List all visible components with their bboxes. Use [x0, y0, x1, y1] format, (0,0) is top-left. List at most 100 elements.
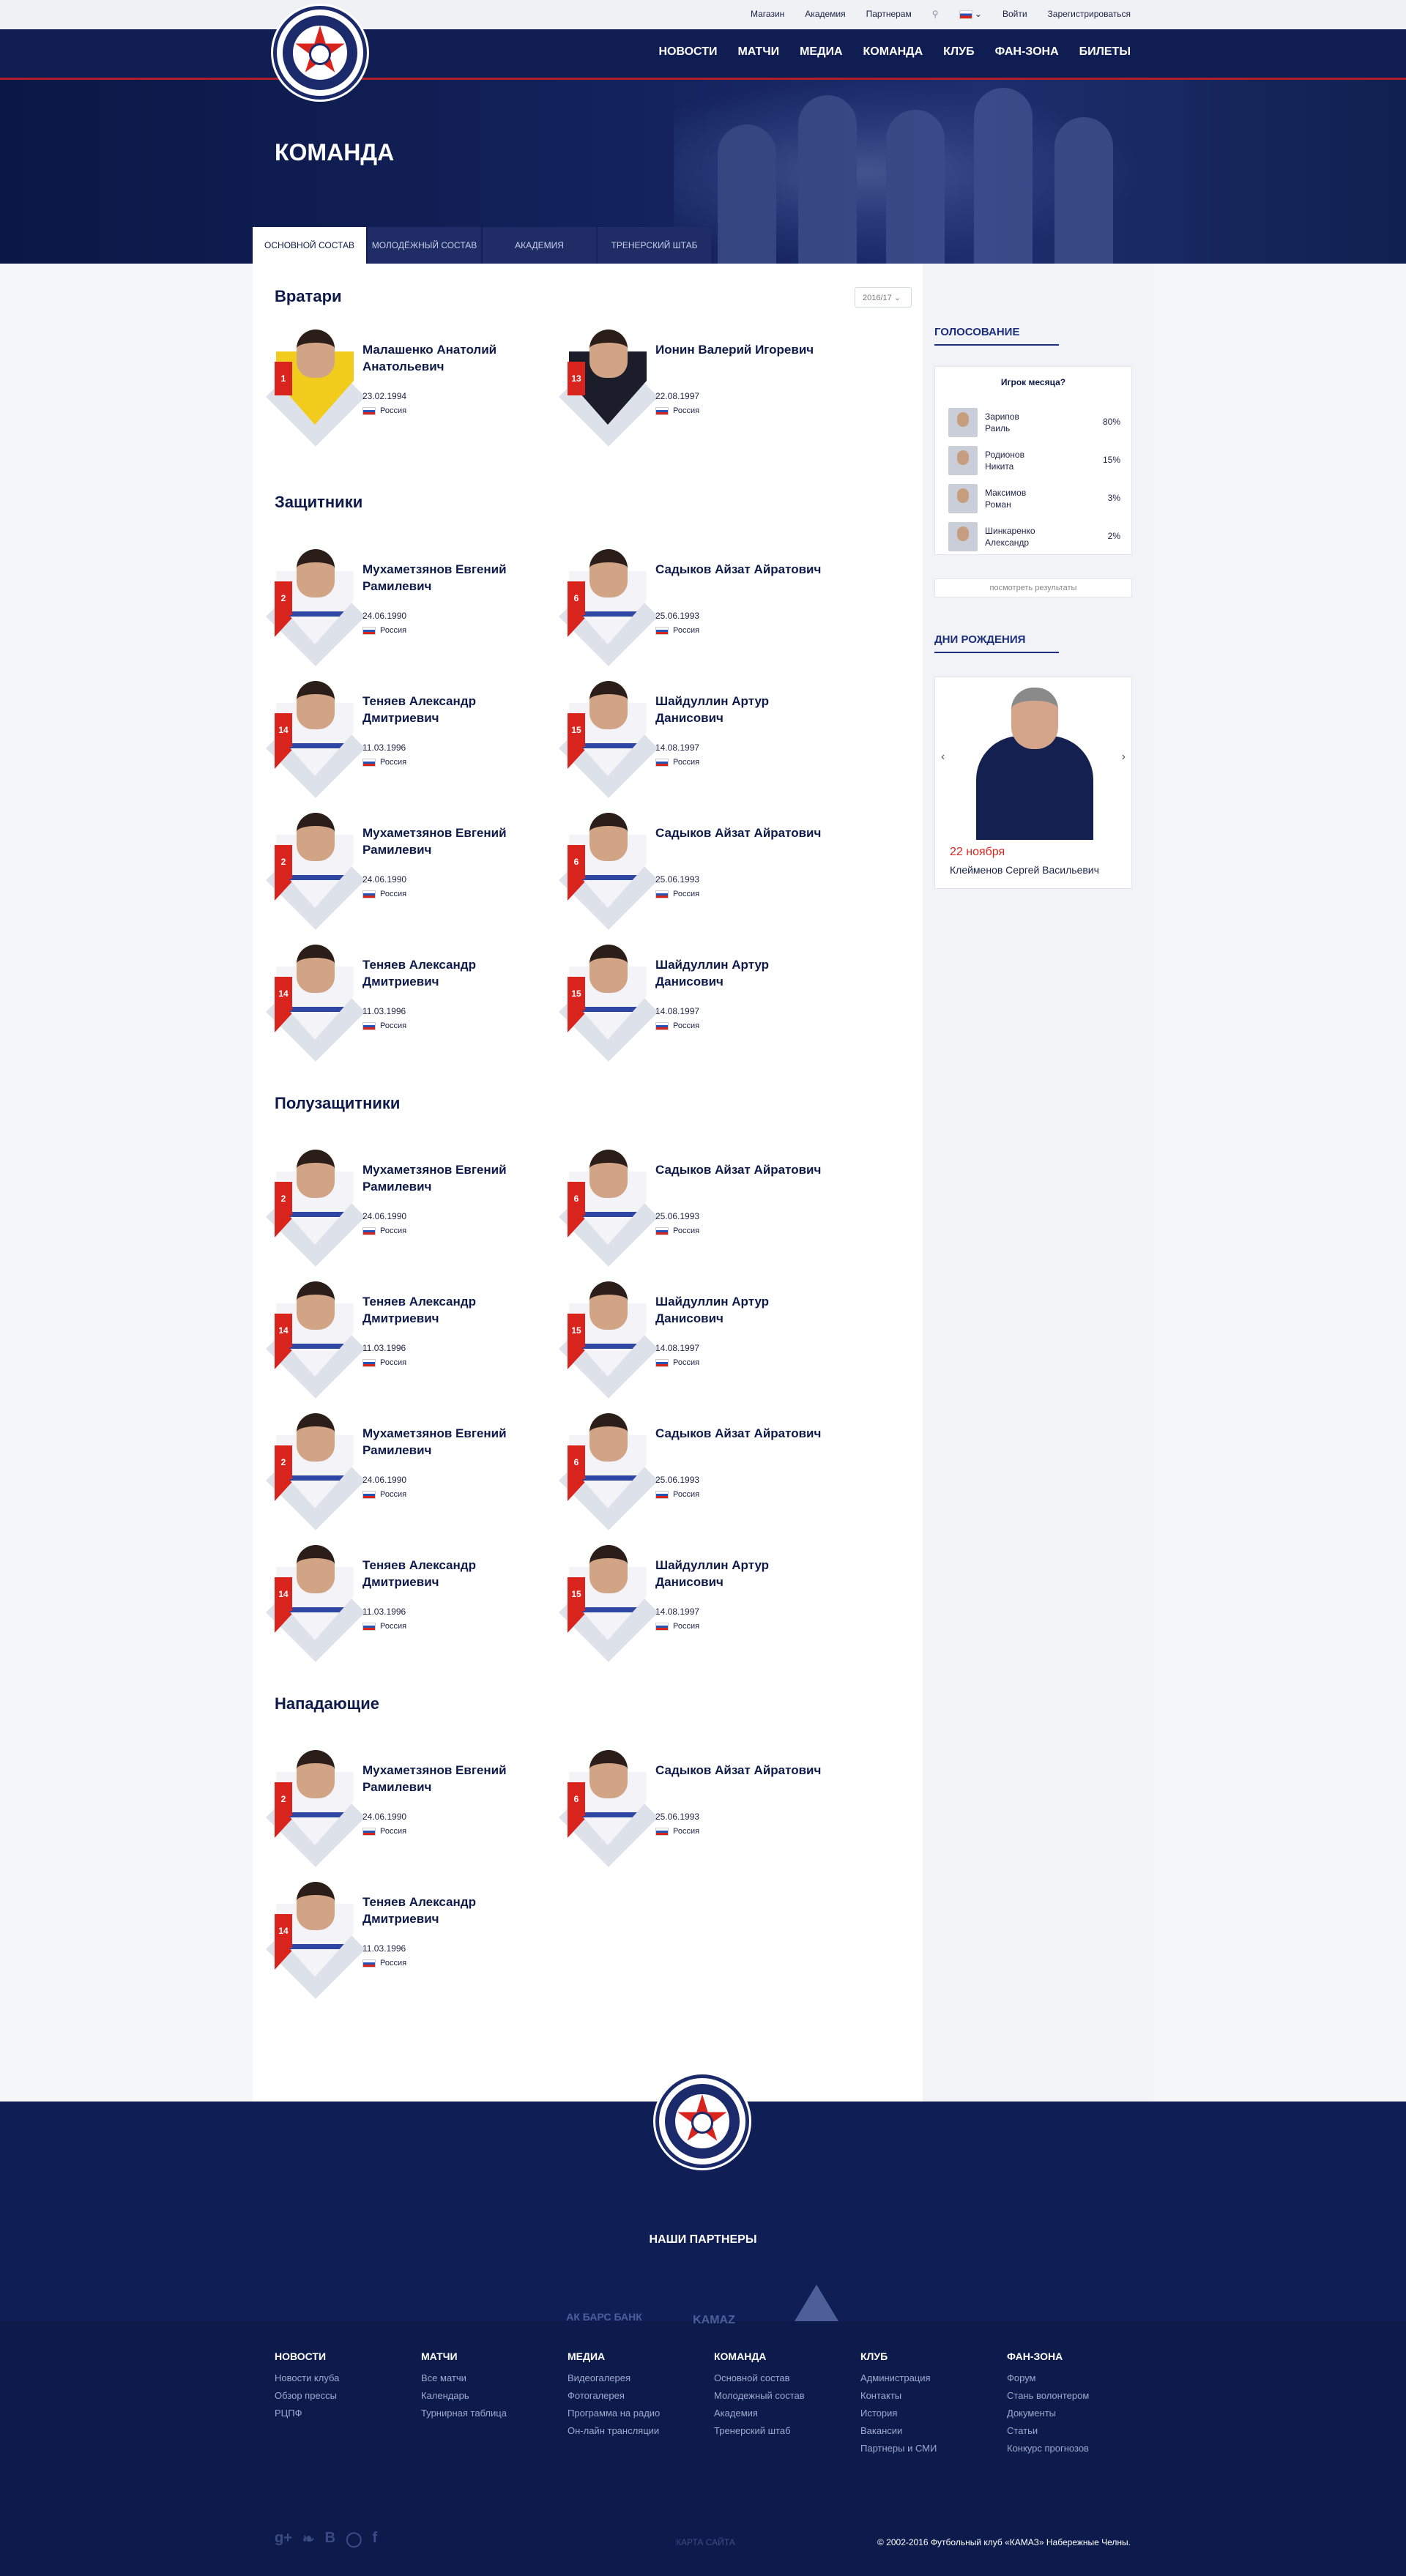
avatar	[948, 446, 978, 475]
academy-link[interactable]: Академия	[805, 9, 845, 19]
player-card[interactable]: 15 Шайдуллин Артур Данисович 14.08.1997 Рос…	[559, 1545, 846, 1662]
player-country: Россия	[362, 1358, 406, 1367]
register-link[interactable]: Зарегистрироваться	[1048, 9, 1131, 19]
partner-akbars-logo[interactable]: АК БАРС БАНК	[560, 2270, 648, 2323]
player-dob: 14.08.1997	[655, 1006, 700, 1016]
russia-flag-icon	[655, 1827, 669, 1836]
player-card[interactable]: 14 Теняев Александр Дмитриевич 11.03.1996 Р…	[266, 945, 553, 1062]
poll-option[interactable]: Зарипов Раиль 80%	[948, 408, 1120, 439]
player-card[interactable]: 6 Садыков Айзат Айратович 25.06.1993 Россия	[559, 1750, 846, 1867]
login-link[interactable]: Войти	[1003, 9, 1027, 19]
player-card[interactable]: 15 Шайдуллин Артур Данисович 14.08.1997 Рос…	[559, 681, 846, 798]
footer-col-news: НОВОСТИ Новости клуба Обзор прессы РЦПФ	[275, 2350, 340, 2419]
player-card[interactable]: 2 Мухаметзянов Евгений Рамилевич 24.06.199…	[266, 549, 553, 666]
player-dob: 14.08.1997	[655, 1343, 700, 1353]
footer-logo[interactable]	[655, 2074, 749, 2168]
player-name: Шайдуллин Артур Данисович	[655, 958, 770, 989]
poll-option[interactable]: Шинкаренко Александр 2%	[948, 522, 1120, 553]
player-card[interactable]: 1 Малашенко Анатолий Анатольевич 23.02.1…	[266, 330, 553, 447]
player-name: Шайдуллин Артур Данисович	[655, 694, 770, 725]
player-card[interactable]: 15 Шайдуллин Артур Данисович 14.08.1997 Рос…	[559, 945, 846, 1062]
google-plus-icon[interactable]: g+	[275, 2530, 292, 2548]
player-dob: 25.06.1993	[655, 1475, 700, 1485]
player-dob: 23.02.1994	[362, 391, 407, 401]
player-dob: 24.06.1990	[362, 1211, 407, 1221]
player-country: Россия	[362, 1021, 406, 1030]
twitter-icon[interactable]: ❧	[302, 2530, 315, 2548]
player-card[interactable]: 6 Садыков Айзат Айратович 25.06.1993 Россия	[559, 549, 846, 666]
player-dob: 25.06.1993	[655, 1812, 700, 1822]
russia-flag-icon	[655, 626, 669, 635]
partner-kamaz-logo[interactable]: KAMAZ	[685, 2270, 743, 2327]
section-forwards: Нападающие	[275, 1694, 379, 1713]
russia-flag-icon	[362, 1358, 376, 1367]
instagram-icon[interactable]: ◯	[346, 2530, 362, 2548]
player-dob: 14.08.1997	[655, 1607, 700, 1617]
player-photo: 6	[559, 1413, 658, 1530]
nav-news[interactable]: НОВОСТИ	[658, 45, 717, 59]
view-results-button[interactable]: посмотреть результаты	[934, 578, 1132, 598]
player-card[interactable]: 2 Мухаметзянов Евгений Рамилевич 24.06.199…	[266, 813, 553, 930]
player-dob: 14.08.1997	[655, 742, 700, 753]
tab-youth-squad[interactable]: МОЛОДЁЖНЫЙ СОСТАВ	[368, 227, 481, 264]
player-card[interactable]: 14 Теняев Александр Дмитриевич 11.03.1996 Р…	[266, 1281, 553, 1399]
russia-flag-icon	[362, 758, 376, 767]
nav-club[interactable]: КЛУБ	[943, 45, 974, 59]
russia-flag-icon	[362, 626, 376, 635]
facebook-icon[interactable]: f	[373, 2530, 378, 2548]
partner-third-logo[interactable]	[787, 2270, 846, 2329]
player-photo: 2	[266, 1750, 365, 1867]
poll-option[interactable]: Родионов Никита 15%	[948, 446, 1120, 477]
player-card[interactable]: 14 Теняев Александр Дмитриевич 11.03.1996 Р…	[266, 1545, 553, 1662]
player-name: Теняев Александр Дмитриевич	[362, 1295, 476, 1325]
player-country: Россия	[362, 758, 406, 767]
sitemap-link[interactable]: КАРТА САЙТА	[676, 2537, 735, 2547]
player-photo: 2	[266, 549, 365, 666]
player-country: Россия	[655, 758, 699, 767]
russia-flag-icon	[655, 406, 669, 415]
nav-media[interactable]: МЕДИА	[800, 45, 842, 59]
chevron-right-icon[interactable]: ›	[1122, 751, 1126, 764]
player-dob: 22.08.1997	[655, 391, 700, 401]
search-icon[interactable]: ⚲	[932, 9, 939, 19]
nav-matches[interactable]: МАТЧИ	[737, 45, 779, 59]
nav-team[interactable]: КОМАНДА	[863, 45, 923, 59]
language-select[interactable]: ⌄	[959, 9, 982, 19]
player-card[interactable]: 6 Садыков Айзат Айратович 25.06.1993 Россия	[559, 813, 846, 930]
player-card[interactable]: 2 Мухаметзянов Евгений Рамилевич 24.06.199…	[266, 1413, 553, 1530]
player-photo: 1	[266, 330, 365, 447]
player-card[interactable]: 2 Мухаметзянов Евгений Рамилевич 24.06.199…	[266, 1150, 553, 1267]
tab-academy[interactable]: АКАДЕМИЯ	[483, 227, 596, 264]
player-card[interactable]: 14 Теняев Александр Дмитриевич 11.03.1996 Р…	[266, 1882, 553, 1999]
vk-icon[interactable]: B	[325, 2530, 335, 2548]
poll-option[interactable]: Максимов Роман 3%	[948, 484, 1120, 515]
tab-coaching-staff[interactable]: ТРЕНЕРСКИЙ ШТАБ	[598, 227, 711, 264]
player-country: Россия	[362, 1226, 406, 1235]
player-card[interactable]: 13 Ионин Валерий Игоревич 22.08.1997 Рос…	[559, 330, 846, 447]
player-card[interactable]: 15 Шайдуллин Артур Данисович 14.08.1997 Рос…	[559, 1281, 846, 1399]
russia-flag-icon	[655, 1226, 669, 1235]
player-dob: 24.06.1990	[362, 874, 407, 885]
nav-fanzone[interactable]: ФАН-ЗОНА	[995, 45, 1059, 59]
season-select[interactable]: 2016/17 ⌄	[855, 287, 912, 308]
birthday-name: Клейменов Сергей Васильевич	[950, 864, 1099, 876]
player-photo: 15	[559, 945, 658, 1062]
player-card[interactable]: 14 Теняев Александр Дмитриевич 11.03.1996 Р…	[266, 681, 553, 798]
player-country: Россия	[362, 626, 406, 635]
player-country: Россия	[655, 1622, 699, 1631]
player-card[interactable]: 2 Мухаметзянов Евгений Рамилевич 24.06.199…	[266, 1750, 553, 1867]
player-dob: 11.03.1996	[362, 1607, 406, 1617]
shop-link[interactable]: Магазин	[751, 9, 784, 19]
tab-main-squad[interactable]: ОСНОВНОЙ СОСТАВ	[253, 227, 366, 264]
nav-tickets[interactable]: БИЛЕТЫ	[1079, 45, 1131, 59]
player-country: Россия	[362, 406, 406, 415]
player-name: Малашенко Анатолий Анатольевич	[362, 343, 497, 373]
section-midfielders: Полузащитники	[275, 1094, 401, 1112]
club-logo[interactable]	[273, 6, 367, 100]
player-card[interactable]: 6 Садыков Айзат Айратович 25.06.1993 Россия	[559, 1413, 846, 1530]
player-card[interactable]: 6 Садыков Айзат Айратович 25.06.1993 Россия	[559, 1150, 846, 1267]
partners-link[interactable]: Партнерам	[866, 9, 912, 19]
footer-col-club: КЛУБ Администрация Контакты История Вакансии…	[860, 2350, 937, 2454]
top-bar: Магазин Академия Партнерам ⚲ ⌄ Войти Зар…	[0, 0, 1406, 29]
chevron-left-icon[interactable]: ‹	[941, 751, 945, 764]
